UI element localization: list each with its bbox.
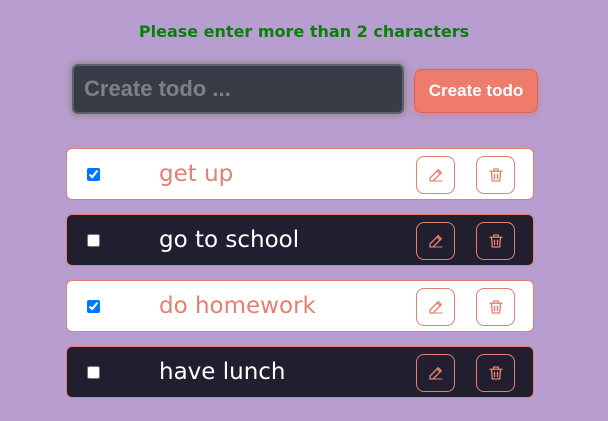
todo-checkbox[interactable] — [87, 168, 100, 181]
todo-label: do homework — [159, 293, 316, 319]
delete-todo-button[interactable] — [476, 156, 515, 194]
todo-checkbox[interactable] — [87, 366, 100, 379]
trash-icon — [487, 364, 505, 382]
todo-label: go to school — [159, 227, 300, 253]
todo-item: get up — [66, 148, 534, 200]
pencil-icon — [427, 166, 445, 184]
todo-checkbox[interactable] — [87, 234, 100, 247]
trash-icon — [487, 232, 505, 250]
todo-item: do homework — [66, 280, 534, 332]
edit-todo-button[interactable] — [416, 288, 455, 326]
pencil-icon — [427, 232, 445, 250]
edit-todo-button[interactable] — [416, 156, 455, 194]
edit-todo-button[interactable] — [416, 222, 455, 260]
trash-icon — [487, 298, 505, 316]
todo-label: have lunch — [159, 359, 286, 385]
delete-todo-button[interactable] — [476, 288, 515, 326]
create-todo-input[interactable] — [72, 64, 404, 114]
todo-label: get up — [159, 161, 234, 187]
todo-app: Please enter more than 2 characters Crea… — [0, 0, 608, 421]
todo-item: have lunch — [66, 346, 534, 398]
pencil-icon — [427, 364, 445, 382]
create-todo-button[interactable]: Create todo — [414, 69, 538, 113]
validation-message: Please enter more than 2 characters — [138, 22, 470, 41]
delete-todo-button[interactable] — [476, 222, 515, 260]
trash-icon — [487, 166, 505, 184]
pencil-icon — [427, 298, 445, 316]
delete-todo-button[interactable] — [476, 354, 515, 392]
todo-checkbox[interactable] — [87, 300, 100, 313]
edit-todo-button[interactable] — [416, 354, 455, 392]
todo-item: go to school — [66, 214, 534, 266]
